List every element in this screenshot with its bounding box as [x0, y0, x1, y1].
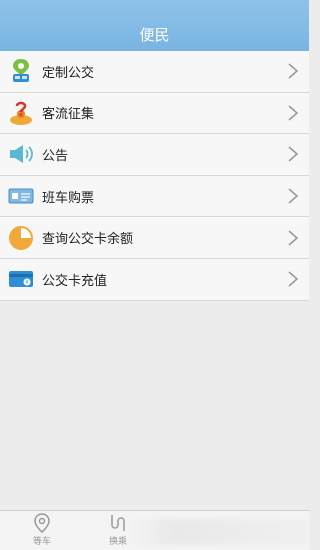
chevron-right-icon: [288, 271, 299, 287]
menu-item-label: 班车购票: [42, 190, 95, 206]
menu-item-announcement[interactable]: 公告: [0, 134, 309, 176]
menu-item-custom-bus[interactable]: 定制公交: [0, 51, 309, 93]
bottom-tab-bar: 等车 换乘: [0, 510, 309, 550]
tab-label: 换乘: [108, 537, 127, 547]
page-title: 便民: [139, 26, 170, 44]
menu-item-card-balance[interactable]: 查询公交卡余额: [0, 217, 309, 259]
menu-item-passenger-survey[interactable]: 客流征集: [0, 92, 309, 135]
question-person-icon: [8, 100, 34, 126]
svg-text:¥: ¥: [25, 280, 28, 286]
chevron-right-icon: [288, 105, 299, 121]
speaker-icon: [8, 141, 34, 167]
page-header: 便民: [0, 0, 309, 51]
chevron-right-icon: [288, 63, 299, 79]
menu-item-card-recharge[interactable]: ¥ 公交卡充值: [0, 258, 309, 301]
location-pin-icon: [34, 513, 50, 533]
menu-item-label: 公告: [42, 148, 69, 164]
tab-wait-bus[interactable]: 等车: [12, 513, 72, 549]
menu-item-label: 查询公交卡余额: [42, 232, 134, 248]
chevron-right-icon: [288, 146, 299, 163]
route-icon: [111, 515, 125, 531]
ticket-icon: [8, 183, 34, 209]
menu-item-ticket-purchase[interactable]: 班车购票: [0, 175, 309, 218]
pie-chart-icon: [8, 225, 34, 251]
chevron-right-icon: [288, 188, 299, 204]
chevron-right-icon: [288, 230, 299, 246]
bus-stop-icon: [8, 58, 34, 84]
menu-item-label: 客流征集: [42, 107, 95, 123]
menu-list: 定制公交 客流征集 公告 班车购票 查询公交卡余额 ¥ 公交卡充值: [0, 51, 309, 301]
menu-item-label: 定制公交: [42, 65, 95, 81]
card-recharge-icon: ¥: [8, 266, 34, 292]
menu-item-label: 公交卡充值: [42, 273, 108, 289]
blurred-tab-area: [128, 519, 308, 545]
tab-label: 等车: [32, 537, 51, 547]
